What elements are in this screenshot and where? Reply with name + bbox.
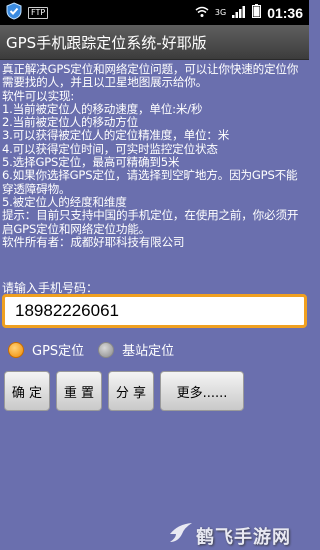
more-button[interactable]: 更多......	[160, 371, 244, 411]
action-buttons: 确 定 重 置 分 享 更多......	[4, 371, 250, 411]
signal-bars-icon	[232, 3, 246, 22]
confirm-button[interactable]: 确 定	[4, 371, 50, 411]
radio-unchecked-icon	[98, 341, 115, 358]
bird-logo-icon	[168, 520, 194, 548]
gps-mode-label: GPS定位	[32, 344, 85, 359]
3g-signal-icon: 3G	[214, 7, 227, 17]
gps-mode-radio[interactable]: GPS定位	[8, 340, 84, 359]
reset-button[interactable]: 重 置	[56, 371, 102, 411]
base-station-mode-label: 基站定位	[122, 344, 175, 359]
location-mode-group: GPS定位 基站定位	[8, 340, 188, 359]
radio-checked-icon	[8, 341, 24, 358]
clock: 01:36	[267, 4, 303, 21]
base-station-mode-radio[interactable]: 基站定位	[98, 340, 174, 359]
battery-icon	[252, 3, 262, 22]
ftp-icon: FTP	[28, 6, 49, 19]
wifi-icon	[195, 3, 209, 22]
app-title-bar: GPS手机跟踪定位系统-好耶版	[0, 25, 309, 60]
app-description: 真正解决GPS定位和网络定位问题，可以让你快速的定位你需要找的人，并且以卫星地图…	[2, 62, 299, 249]
share-button[interactable]: 分 享	[108, 371, 154, 411]
app-title: GPS手机跟踪定位系统-好耶版	[6, 33, 207, 52]
watermark-text: 鹤飞手游网	[196, 527, 291, 548]
shield-check-icon	[6, 1, 22, 24]
status-bar: FTP 3G 01:36	[0, 0, 309, 25]
phone-number-input[interactable]	[2, 294, 307, 328]
